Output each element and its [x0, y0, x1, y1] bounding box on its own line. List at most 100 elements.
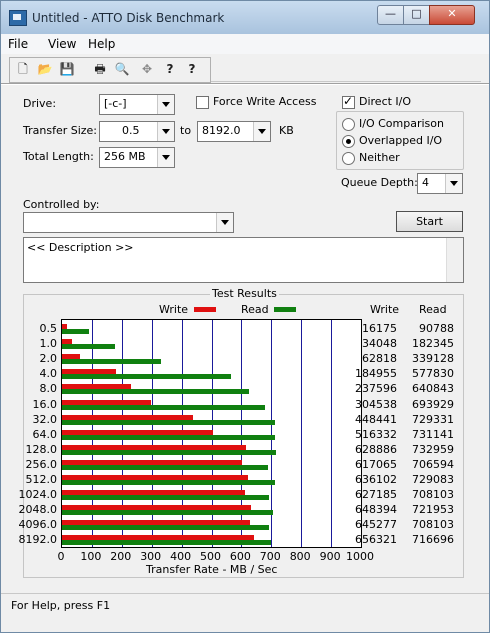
toolbar: 🗋 📂 💾 🖶 🔍 ✥ ? ?	[9, 57, 211, 83]
description-text: << Description >>	[27, 241, 134, 254]
new-file-icon[interactable]: 🗋	[13, 60, 33, 79]
write-value: 16175	[362, 322, 397, 335]
maximize-button[interactable]: □	[403, 5, 430, 25]
queue-depth-value: 4	[422, 176, 429, 189]
neither-radio[interactable]	[342, 152, 355, 165]
read-value: 708103	[412, 488, 454, 502]
menu-view[interactable]: View	[48, 37, 76, 51]
read-column-header: Read	[419, 303, 447, 316]
x-tick-label: 600	[229, 550, 251, 563]
toolbar-divider	[1, 83, 489, 85]
chevron-down-icon[interactable]	[157, 122, 174, 141]
status-text: For Help, press F1	[11, 599, 111, 612]
print-preview-icon[interactable]: 🔍	[112, 60, 132, 79]
y-tick-label: 2.0	[39, 352, 58, 366]
drive-label: Drive:	[23, 97, 57, 110]
minimize-button[interactable]: —	[377, 5, 404, 25]
total-length-select[interactable]: 256 MB	[99, 147, 175, 168]
read-value: 90788	[419, 322, 454, 335]
description-scrollbar[interactable]	[446, 238, 463, 282]
read-bar-64.0	[62, 434, 276, 440]
write-value: 237596	[355, 382, 397, 396]
read-bar-256.0	[62, 464, 269, 470]
transfer-size-from-select[interactable]: 0.5	[99, 121, 175, 142]
y-tick-label: 8.0	[39, 382, 58, 396]
drive-value: [-c-]	[104, 97, 127, 110]
read-value: 729083	[412, 473, 454, 486]
toolbar-background	[211, 57, 481, 82]
print-icon[interactable]: 🖶	[90, 60, 110, 79]
read-value: 339128	[412, 352, 454, 366]
window-title: Untitled - ATTO Disk Benchmark	[32, 11, 225, 25]
title-bar[interactable]: Untitled - ATTO Disk Benchmark — □ ✕	[1, 1, 489, 34]
read-value: 708103	[412, 518, 454, 532]
description-textarea[interactable]: << Description >>	[23, 237, 464, 283]
read-bar-0.5	[62, 329, 89, 334]
y-tick-label: 64.0	[32, 427, 58, 441]
x-axis-label: Transfer Rate - MB / Sec	[146, 563, 278, 576]
write-value: 617065	[355, 457, 397, 471]
transfer-to-value: 8192.0	[202, 124, 241, 137]
chevron-down-icon[interactable]	[216, 213, 233, 232]
context-help-icon[interactable]: ?	[182, 60, 202, 79]
drive-select[interactable]: [-c-]	[99, 94, 175, 115]
x-tick-label: 900	[319, 550, 341, 563]
io-comparison-radio[interactable]	[342, 118, 355, 131]
force-write-checkbox[interactable]	[196, 96, 209, 109]
y-tick-label: 1024.0	[18, 488, 58, 502]
read-bar-512.0	[62, 480, 275, 485]
write-value: 62818	[362, 352, 397, 366]
start-button[interactable]: Start	[396, 211, 463, 232]
legend-read-swatch	[274, 307, 296, 312]
grid-line	[301, 320, 303, 547]
kb-label: KB	[279, 124, 294, 137]
write-value: 184955	[355, 367, 397, 381]
queue-depth-label: Queue Depth:	[341, 176, 418, 189]
y-tick-label: 256.0	[25, 457, 58, 471]
x-tick-label: 0	[57, 550, 65, 563]
save-icon[interactable]: 💾	[57, 60, 77, 79]
write-value: 627185	[355, 488, 397, 502]
overlapped-io-radio[interactable]	[342, 135, 355, 148]
chevron-down-icon[interactable]	[157, 148, 174, 167]
read-value: 721953	[412, 503, 454, 517]
read-bar-4096.0	[62, 525, 269, 531]
menu-bar: File View Help	[1, 34, 489, 54]
chevron-down-icon[interactable]	[253, 122, 270, 141]
total-length-label: Total Length:	[23, 150, 94, 163]
transfer-size-to-select[interactable]: 8192.0	[197, 121, 271, 142]
read-value: 577830	[412, 367, 454, 381]
direct-io-label: Direct I/O	[359, 95, 412, 108]
open-folder-icon[interactable]: 📂	[35, 60, 55, 79]
chevron-down-icon[interactable]	[445, 174, 462, 193]
y-tick-label: 2048.0	[18, 503, 58, 517]
x-tick-label: 700	[259, 550, 281, 563]
grid-line	[331, 320, 333, 547]
test-results-title: Test Results	[210, 287, 279, 300]
read-bar-8.0	[62, 389, 250, 395]
move-icon[interactable]: ✥	[137, 60, 157, 79]
y-tick-label: 128.0	[25, 442, 58, 456]
read-bar-2.0	[62, 359, 162, 365]
write-value: 648394	[355, 503, 397, 517]
write-value: 448441	[355, 412, 397, 426]
menu-help[interactable]: Help	[88, 37, 115, 51]
read-value: 729331	[412, 412, 454, 426]
write-value: 304538	[355, 397, 397, 411]
read-bar-128.0	[62, 449, 277, 455]
read-bar-32.0	[62, 419, 275, 425]
menu-file[interactable]: File	[8, 37, 28, 51]
queue-depth-select[interactable]: 4	[417, 173, 463, 194]
controlled-by-select[interactable]	[23, 212, 234, 233]
x-tick-label: 200	[110, 550, 132, 563]
to-label: to	[180, 124, 192, 137]
overlapped-io-label: Overlapped I/O	[359, 134, 443, 147]
help-icon[interactable]: ?	[160, 60, 180, 79]
y-tick-label: 4.0	[39, 367, 58, 381]
x-tick-label: 800	[289, 550, 311, 563]
chevron-down-icon[interactable]	[157, 95, 174, 114]
direct-io-checkbox[interactable]	[342, 94, 355, 109]
y-tick-label: 16.0	[32, 397, 58, 411]
close-button[interactable]: ✕	[429, 5, 475, 25]
read-bar-1.0	[62, 344, 116, 350]
